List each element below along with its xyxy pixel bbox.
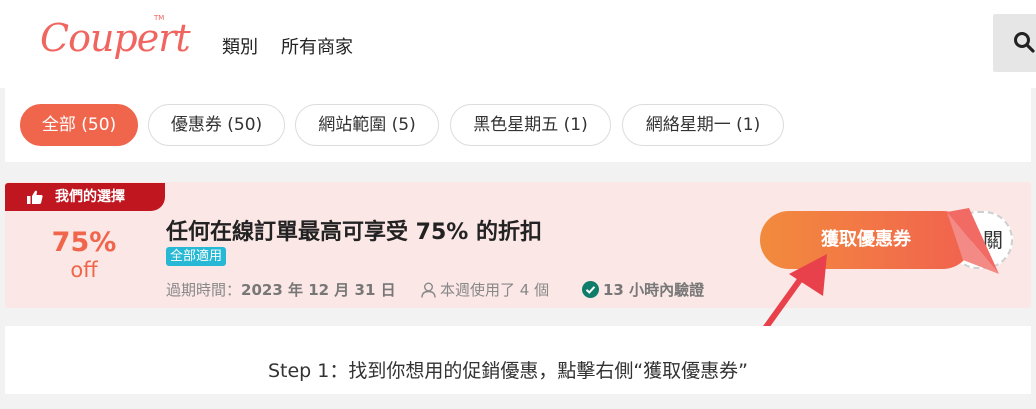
instruction-text: Step 1：找到你想用的促銷優惠，點擊右側“獲取優惠券” xyxy=(267,360,749,382)
filter-chip-coupons[interactable]: 優惠券 (50) xyxy=(148,104,285,146)
logo-text: Coupert xyxy=(40,16,191,60)
user-icon xyxy=(421,282,436,298)
discount-off-label: off xyxy=(70,258,98,282)
usage-text: 本週使用了 4 個 xyxy=(440,281,550,299)
site-header: Coupert TM 類別 所有商家 xyxy=(0,0,1036,88)
filter-chip-black-friday[interactable]: 黑色星期五 (1) xyxy=(450,104,611,146)
logo-tm: TM xyxy=(154,14,165,22)
thumbs-up-icon xyxy=(27,190,43,204)
expiry-label: 過期時間： xyxy=(166,281,242,299)
nav-all-stores[interactable]: 所有商家 xyxy=(281,33,353,59)
filter-bar: 全部 (50) 優惠券 (50) 網站範圍 (5) 黑色星期五 (1) 網絡星期… xyxy=(5,88,1031,162)
badge-label: 我們的選擇 xyxy=(55,189,125,205)
filter-chip-all[interactable]: 全部 (50) xyxy=(20,104,138,146)
corner-fold-icon xyxy=(947,208,999,274)
scope-tag: 全部適用 xyxy=(166,247,227,266)
search-icon xyxy=(1014,32,1035,53)
our-pick-badge: 我們的選擇 xyxy=(5,183,165,211)
usage-info: 本週使用了 4 個 xyxy=(421,279,549,300)
nav-categories[interactable]: 類別 xyxy=(222,33,258,59)
verified-text: 13 小時內驗證 xyxy=(603,281,705,299)
expiry-date: 2023 年 12 月 31 日 xyxy=(241,281,396,299)
check-circle-icon xyxy=(582,281,599,298)
deal-card: 我們的選擇 75% off 任何在線訂單最高可享受 75% 的折扣 全部適用 過… xyxy=(5,182,1031,308)
filter-chip-cyber-monday[interactable]: 網絡星期一 (1) xyxy=(622,104,784,146)
instruction-panel: Step 1：找到你想用的促銷優惠，點擊右側“獲取優惠券” xyxy=(5,326,1031,394)
coupert-logo[interactable]: Coupert TM xyxy=(40,10,191,78)
search-button[interactable] xyxy=(993,14,1036,72)
filter-chip-sitewide[interactable]: 網站範圍 (5) xyxy=(295,104,439,146)
discount-percent: 75% xyxy=(51,227,117,258)
deal-title[interactable]: 任何在線訂單最高可享受 75% 的折扣 xyxy=(166,214,542,246)
expiry-info: 過期時間：2023 年 12 月 31 日 xyxy=(166,279,396,300)
verified-info: 13 小時內驗證 xyxy=(582,279,704,300)
